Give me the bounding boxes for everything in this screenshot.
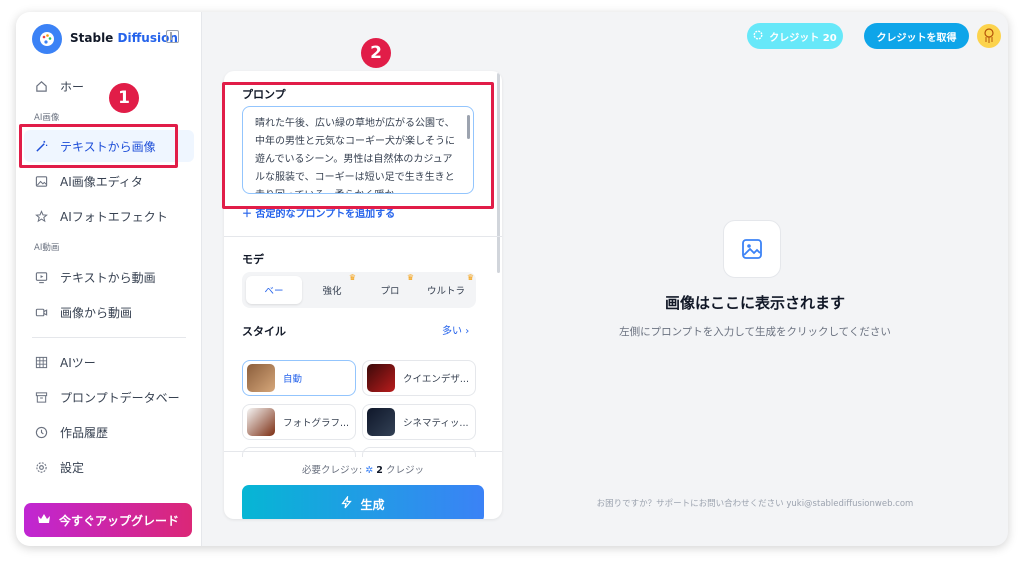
mode-option-ultra[interactable]: ウルトラ ♛ — [418, 273, 474, 304]
style-card-cinematic[interactable]: シネマティッ... — [362, 404, 476, 440]
highlight-box-sidebar — [19, 124, 178, 168]
sidebar-item-label: 作品履歴 — [60, 425, 109, 440]
style-card-queen-design[interactable]: クイエンデザ... — [362, 360, 476, 396]
required-credits: 必要クレジッ: ✲ 2 クレジッ — [224, 462, 502, 476]
style-card-partial[interactable] — [362, 447, 476, 457]
style-thumbnail — [247, 408, 275, 436]
style-card-auto[interactable]: 自動 — [242, 360, 356, 396]
panel-divider — [224, 236, 502, 237]
preview-subtitle: 左側にプロンプトを入力して生成をクリックしてください — [619, 326, 891, 338]
required-credits-unit: クレジッ — [385, 465, 424, 476]
brand-name: Stable Diffusion — [70, 31, 178, 45]
style-card-photography[interactable]: フォトグラフ... — [242, 404, 356, 440]
sidebar-item-prompt-database[interactable]: プロンプトデータベー — [24, 381, 194, 413]
sidebar-item-label: ホー — [60, 79, 85, 94]
style-thumbnail — [247, 364, 275, 392]
upgrade-label: 今すぐアップグレード — [58, 513, 179, 528]
coin-icon: ✲ — [365, 465, 374, 476]
sidebar-item-image-editor[interactable]: AI画像エディタ — [24, 165, 194, 197]
generate-label: 生成 — [360, 497, 385, 512]
style-card-label: 自動 — [283, 374, 303, 385]
support-text: お困りですか？サポートにお問い合わせください yuki@stablediffus… — [596, 499, 914, 509]
mode-option-enhanced[interactable]: 強化 ♛ — [304, 273, 360, 304]
sidebar-item-ai-tools[interactable]: AIツー — [24, 346, 194, 378]
upgrade-button[interactable]: 今すぐアップグレード — [24, 503, 192, 537]
crown-icon: ♛ — [348, 273, 356, 282]
camera-icon — [34, 305, 48, 319]
mode-option-base[interactable]: ベー — [246, 276, 302, 304]
palette-logo-icon[interactable] — [32, 24, 62, 54]
sidebar-item-label: 設定 — [60, 460, 85, 475]
required-credits-value: 2 — [376, 465, 383, 476]
image-placeholder-icon — [723, 220, 781, 278]
annotation-badge-2: 2 — [361, 38, 391, 68]
dreamcatcher-icon — [984, 28, 994, 43]
mode-option-label: プロ — [380, 286, 400, 297]
style-card-label: フォトグラフ... — [283, 418, 350, 429]
sidebar-item-text-to-video[interactable]: テキストから動画 — [24, 261, 194, 293]
section-label-video: AI動画 — [34, 243, 60, 253]
sidebar-item-label: AIツー — [60, 355, 96, 370]
video-screen-icon — [34, 270, 48, 284]
credits-badge[interactable]: クレジット 20 — [747, 23, 843, 49]
mode-option-pro[interactable]: プロ ♛ — [362, 273, 418, 304]
style-card-label: クイエンデザ... — [403, 374, 469, 385]
clock-icon — [34, 425, 48, 439]
more-styles-link[interactable]: 多い › — [442, 322, 469, 337]
crown-icon: ♛ — [406, 273, 414, 282]
generate-button[interactable]: 生成 — [242, 485, 484, 519]
chevron-right-icon: › — [465, 326, 470, 337]
sidebar-item-label: プロンプトデータベー — [60, 390, 180, 405]
crown-icon — [37, 513, 51, 528]
archive-box-icon — [34, 390, 48, 404]
image-icon — [34, 174, 48, 188]
style-card-label: シネマティッ... — [403, 418, 469, 429]
highlight-box-prompt — [222, 82, 494, 209]
sidebar-item-label: AIフォトエフェクト — [60, 209, 168, 224]
home-icon — [34, 79, 48, 93]
annotation-badge-1: 1 — [109, 83, 139, 113]
app-window: Stable Diffusion ホー AI画像 テキストから画像 AI画像エデ… — [16, 12, 1008, 546]
required-credits-label: 必要クレジッ: — [302, 465, 363, 476]
grid-icon — [34, 355, 48, 369]
panel-scrollbar[interactable] — [497, 73, 500, 273]
sidebar-divider — [32, 337, 186, 338]
mode-option-label: ウルトラ — [426, 286, 465, 297]
sidebar-item-image-to-video[interactable]: 画像から動画 — [24, 296, 194, 328]
sidebar-item-label: AI画像エディタ — [60, 174, 143, 189]
sidebar-item-photo-effect[interactable]: AIフォトエフェクト — [24, 200, 194, 232]
sidebar-item-history[interactable]: 作品履歴 — [24, 416, 194, 448]
get-credits-button[interactable]: クレジットを取得 — [864, 23, 969, 49]
mode-label: モデ — [242, 253, 264, 266]
lightning-icon — [341, 494, 353, 512]
avatar[interactable] — [977, 24, 1001, 48]
coin-icon — [753, 30, 763, 43]
sidebar-item-settings[interactable]: 設定 — [24, 451, 194, 483]
crown-icon: ♛ — [466, 273, 474, 282]
panel-divider — [224, 451, 502, 452]
style-thumbnail — [367, 364, 395, 392]
section-label-image: AI画像 — [34, 113, 60, 123]
mode-selector: ベー 強化 ♛ プロ ♛ ウルトラ ♛ — [242, 272, 476, 308]
gear-icon — [34, 460, 48, 474]
credits-label: クレジット 20 — [769, 32, 837, 44]
sidebar-item-label: テキストから動画 — [60, 270, 156, 285]
style-thumbnail — [367, 408, 395, 436]
style-card-partial[interactable] — [242, 447, 356, 457]
star-icon — [34, 209, 48, 223]
preview-title: 画像はここに表示されます — [664, 294, 845, 312]
sidebar-item-label: 画像から動画 — [60, 305, 133, 320]
collapse-sidebar-icon[interactable] — [166, 30, 179, 43]
style-label: スタイル — [242, 325, 286, 338]
mode-option-label: 強化 — [322, 286, 342, 297]
more-label: 多い — [442, 326, 462, 337]
